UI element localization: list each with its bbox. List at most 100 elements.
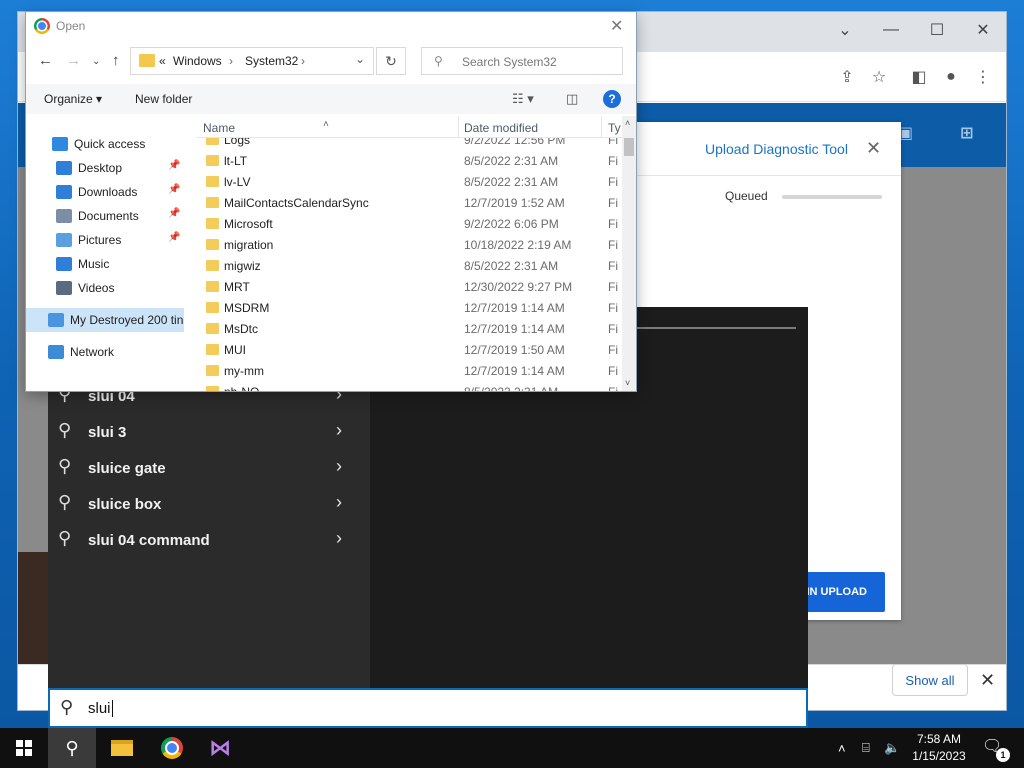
network-tray-icon[interactable]: ⌸ bbox=[862, 728, 870, 768]
nav-item[interactable]: Network bbox=[48, 341, 114, 363]
column-name[interactable]: Name bbox=[203, 121, 235, 135]
taskbar-search-button[interactable]: ⚲ bbox=[48, 728, 96, 768]
chevron-right-icon[interactable]: › bbox=[336, 492, 342, 513]
file-explorer-taskbar-button[interactable] bbox=[98, 728, 146, 768]
help-icon[interactable]: ? bbox=[603, 90, 621, 108]
nav-item[interactable]: Downloads bbox=[56, 181, 137, 203]
menu-kebab-icon[interactable]: ⋮ bbox=[970, 64, 996, 90]
maximize-button[interactable]: ☐ bbox=[914, 16, 960, 44]
refresh-button[interactable]: ↻ bbox=[376, 47, 406, 75]
volume-icon[interactable]: 🔈 bbox=[884, 728, 900, 768]
table-row[interactable]: MSDRM 12/7/2019 1:14 AM Fi bbox=[197, 298, 622, 319]
organize-button[interactable]: Organize ▾ bbox=[44, 92, 102, 106]
search-input[interactable]: slui bbox=[88, 700, 113, 717]
folder-icon bbox=[206, 302, 219, 313]
preview-pane-icon[interactable]: ◫ bbox=[566, 91, 578, 107]
close-window-button[interactable]: ✕ bbox=[960, 16, 1006, 44]
breadcrumb-overflow[interactable]: « bbox=[159, 54, 166, 68]
nav-item-label: Videos bbox=[78, 281, 115, 295]
search-suggestion[interactable]: ⚲ sluice gate › bbox=[58, 451, 358, 485]
chrome-taskbar-button[interactable] bbox=[148, 728, 196, 768]
system-clock[interactable]: 7:58 AM 1/15/2023 bbox=[905, 731, 973, 765]
scroll-thumb[interactable] bbox=[624, 138, 634, 156]
folder-icon bbox=[206, 260, 219, 271]
table-row[interactable]: migration 10/18/2022 2:19 AM Fi bbox=[197, 235, 622, 256]
table-row[interactable]: my-mm 12/7/2019 1:14 AM Fi bbox=[197, 361, 622, 382]
search-suggestion[interactable]: ⚲ sluice box › bbox=[58, 487, 358, 521]
search-suggestion[interactable]: ⚲ slui 3 › bbox=[58, 415, 358, 449]
nav-item[interactable]: Quick access bbox=[52, 133, 145, 155]
table-row[interactable]: MUI 12/7/2019 1:50 AM Fi bbox=[197, 340, 622, 361]
nav-item[interactable]: My Destroyed 200 tin bbox=[48, 309, 183, 331]
folder-search-input[interactable]: ⚲ Search System32 bbox=[421, 47, 623, 75]
breadcrumb-separator[interactable]: › bbox=[301, 54, 305, 68]
table-row[interactable]: nb-NO 8/5/2022 2:31 AM Fi bbox=[197, 382, 622, 391]
file-type: Fi bbox=[608, 385, 618, 391]
nav-item[interactable]: Music bbox=[56, 253, 109, 275]
nav-item[interactable]: Documents bbox=[56, 205, 139, 227]
up-arrow-icon[interactable]: ↑ bbox=[112, 52, 120, 69]
breadcrumb-separator[interactable]: › bbox=[229, 54, 233, 68]
pin-icon[interactable]: 📌 bbox=[168, 208, 180, 219]
close-icon[interactable]: ✕ bbox=[866, 138, 881, 159]
pin-icon[interactable]: 📌 bbox=[168, 160, 180, 171]
start-button[interactable] bbox=[0, 728, 48, 768]
bookmark-star-icon[interactable]: ☆ bbox=[866, 64, 892, 90]
minimize-button[interactable]: — bbox=[868, 16, 914, 44]
view-options-icon[interactable]: ☷ ▾ bbox=[512, 91, 534, 107]
scroll-down-icon[interactable]: ˅ bbox=[625, 378, 630, 388]
chevron-right-icon[interactable]: › bbox=[336, 528, 342, 549]
table-row[interactable]: MsDtc 12/7/2019 1:14 AM Fi bbox=[197, 319, 622, 340]
nav-item[interactable]: Pictures bbox=[56, 229, 121, 251]
column-separator bbox=[458, 116, 459, 138]
close-download-bar-icon[interactable]: ✕ bbox=[980, 670, 995, 691]
folder-icon bbox=[206, 218, 219, 229]
visual-studio-taskbar-button[interactable]: ⋈ bbox=[196, 728, 244, 768]
file-name: MRT bbox=[224, 280, 250, 294]
show-all-button[interactable]: Show all bbox=[892, 664, 968, 696]
folder-icon bbox=[206, 365, 219, 376]
nav-item[interactable]: Desktop bbox=[56, 157, 122, 179]
nav-item[interactable]: Videos bbox=[56, 277, 114, 299]
back-arrow-icon[interactable]: ← bbox=[38, 52, 53, 69]
dialog-titlebar: Open ✕ bbox=[26, 12, 636, 40]
breadcrumb-system32[interactable]: System32 bbox=[245, 54, 298, 68]
nav-item-label: Network bbox=[70, 345, 115, 359]
chevron-right-icon[interactable]: › bbox=[336, 420, 342, 441]
scroll-up-icon[interactable]: ˄ bbox=[625, 118, 630, 128]
recent-dropdown-icon[interactable]: ⌄ bbox=[92, 56, 100, 67]
pin-icon[interactable]: 📌 bbox=[168, 232, 180, 243]
close-icon[interactable]: ✕ bbox=[610, 16, 623, 36]
grid-view-icon[interactable]: ⊞ bbox=[960, 123, 974, 143]
file-date: 8/5/2022 2:31 AM bbox=[464, 175, 559, 189]
chevron-down-icon[interactable]: ⌄ bbox=[355, 52, 365, 66]
table-row[interactable]: MailContactsCalendarSync 12/7/2019 1:52 A… bbox=[197, 193, 622, 214]
file-date: 10/18/2022 2:19 AM bbox=[464, 238, 572, 252]
new-folder-button[interactable]: New folder bbox=[135, 92, 192, 106]
folder-icon bbox=[206, 155, 219, 166]
side-panel-icon[interactable]: ◧ bbox=[906, 64, 932, 90]
show-hidden-icons-icon[interactable]: ˄ bbox=[838, 728, 846, 768]
search-bar[interactable]: ⚲ slui bbox=[48, 688, 808, 728]
pin-icon[interactable]: 📌 bbox=[168, 184, 180, 195]
folder-icon bbox=[139, 54, 155, 67]
clock-time: 7:58 AM bbox=[916, 732, 962, 746]
column-date-modified[interactable]: Date modified bbox=[464, 121, 538, 135]
chevron-down-icon[interactable]: ⌄ bbox=[822, 16, 868, 44]
table-row[interactable]: lv-LV 8/5/2022 2:31 AM Fi bbox=[197, 172, 622, 193]
search-suggestion[interactable]: ⚲ slui 04 command › bbox=[58, 523, 358, 557]
vertical-scrollbar[interactable]: ˄ ˅ bbox=[622, 116, 636, 391]
table-row[interactable]: MRT 12/30/2022 9:27 PM Fi bbox=[197, 277, 622, 298]
breadcrumb-windows[interactable]: Windows bbox=[173, 54, 222, 68]
table-row[interactable]: lt-LT 8/5/2022 2:31 AM Fi bbox=[197, 151, 622, 172]
file-date: 8/5/2022 2:31 AM bbox=[464, 259, 559, 273]
nav-item-label: Downloads bbox=[78, 185, 138, 199]
profile-avatar-icon[interactable]: ● bbox=[938, 64, 964, 90]
address-bar[interactable]: « Windows › System32 › ⌄ bbox=[130, 47, 374, 75]
table-row[interactable]: migwiz 8/5/2022 2:31 AM Fi bbox=[197, 256, 622, 277]
chevron-right-icon[interactable]: › bbox=[336, 456, 342, 477]
forward-arrow-icon[interactable]: → bbox=[66, 52, 81, 69]
table-row[interactable]: Microsoft 9/2/2022 6:06 PM Fi bbox=[197, 214, 622, 235]
share-icon[interactable]: ⇪ bbox=[834, 64, 860, 90]
column-type[interactable]: Ty bbox=[608, 121, 621, 135]
